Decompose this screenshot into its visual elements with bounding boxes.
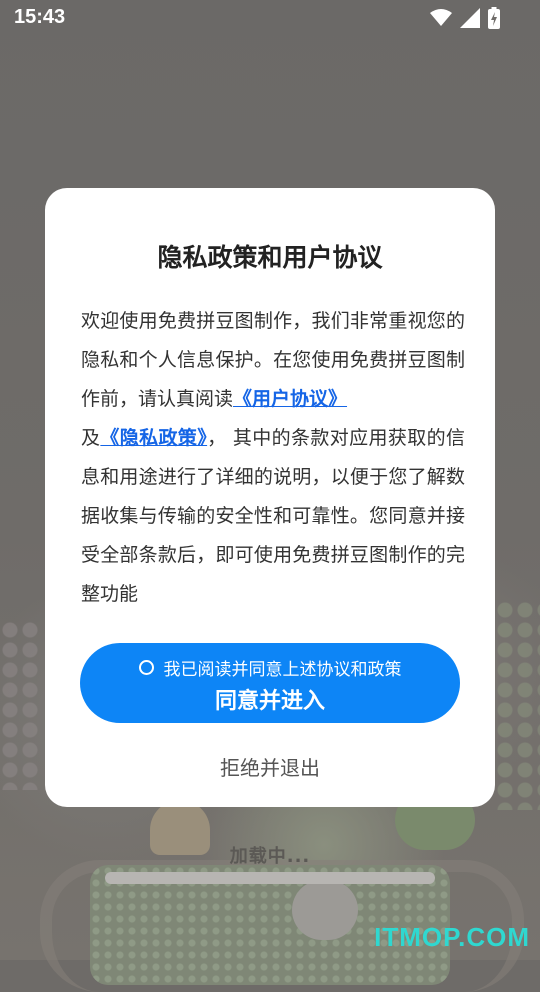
agreement-radio[interactable] — [138, 660, 154, 675]
reject-and-exit-button[interactable]: 拒绝并退出 — [170, 750, 370, 786]
signal-icon — [460, 8, 480, 28]
watermark: ITMOP.COM — [374, 922, 530, 952]
loading-progress-bar — [105, 872, 435, 884]
agree-button-label: 同意并进入 — [214, 689, 325, 714]
battery-charging-icon — [488, 7, 500, 29]
status-time: 15:43 — [14, 6, 66, 28]
agreement-checkbox-row[interactable]: 我已阅读并同意上述协议和政策 — [80, 655, 460, 680]
privacy-dialog: 隐私政策和用户协议 欢迎使用免费拼豆图制作，我们非常重视您的隐私和个人信息保护。… — [45, 188, 495, 807]
loading-text: 加载中... — [229, 846, 311, 867]
wifi-icon — [430, 9, 452, 27]
agree-and-enter-button[interactable]: 我已阅读并同意上述协议和政策 同意并进入 — [80, 643, 460, 723]
bunny-decoration — [292, 880, 358, 940]
status-bar: 15:43 — [0, 0, 540, 36]
bead-decoration-left — [0, 620, 40, 790]
dialog-title: 隐私政策和用户协议 — [157, 243, 383, 272]
user-agreement-link[interactable]: 《用户协议》 — [233, 388, 347, 410]
dialog-body: 欢迎使用免费拼豆图制作，我们非常重视您的隐私和个人信息保护。在您使用免费拼豆图制… — [81, 302, 465, 614]
privacy-policy-link[interactable]: 《隐私政策》 — [100, 427, 207, 449]
body-text-3: ， 其中的条款对应用获取的信息和用途进行了详细的说明，以便于您了解数据收集与传输… — [81, 427, 465, 605]
status-icons — [430, 7, 500, 29]
checkbox-label: 我已阅读并同意上述协议和政策 — [163, 660, 402, 680]
bead-decoration-right — [495, 600, 540, 810]
body-text-2: 及 — [81, 427, 101, 449]
